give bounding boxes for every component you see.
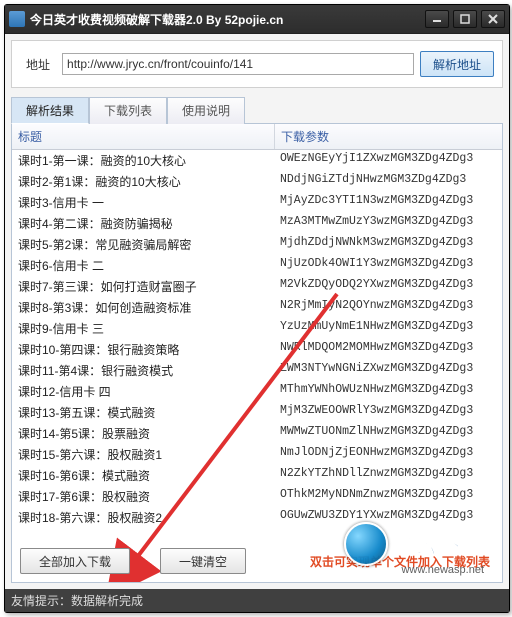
table-row[interactable]: 课时8-第3课：如何创造融资标准N2RjMmIyN2QOYnwzMGM3ZDg4… — [12, 297, 502, 318]
row-title: 课时16-第6课：模式融资 — [12, 466, 274, 485]
row-title: 课时11-第4课：银行融资模式 — [12, 361, 274, 380]
row-param: NDdjNGiZTdjNHwzMGM3ZDg4ZDg3 — [274, 172, 502, 191]
table-row[interactable]: 课时5-第2课：常见融资骗局解密MjdhZDdjNWNkM3wzMGM3ZDg4… — [12, 234, 502, 255]
row-param: N2ZkYTZhNDllZnwzMGM3ZDg4ZDg3 — [274, 466, 502, 485]
row-param: N2RjMmIyN2QOYnwzMGM3ZDg4ZDg3 — [274, 298, 502, 317]
column-param[interactable]: 下载参数 — [275, 124, 502, 149]
row-param: MzA3MTMwZmUzY3wzMGM3ZDg4ZDg3 — [274, 214, 502, 233]
list-header: 标题 下载参数 — [12, 124, 502, 150]
table-row[interactable]: 课时12-信用卡 四MThmYWNhOWUzNHwzMGM3ZDg4ZDg3 — [12, 381, 502, 402]
row-title: 课时10-第四课：银行融资策略 — [12, 340, 274, 359]
row-param: NmJlODNjZjEONHwzMGM3ZDg4ZDg3 — [274, 445, 502, 464]
status-bar: 友情提示：数据解析完成 — [5, 589, 509, 612]
table-row[interactable]: 课时16-第6课：模式融资N2ZkYTZhNDllZnwzMGM3ZDg4ZDg… — [12, 465, 502, 486]
row-title: 课时9-信用卡 三 — [12, 319, 274, 338]
row-param: YzUzMmUyNmE1NHwzMGM3ZDg4ZDg3 — [274, 319, 502, 338]
row-title: 课时4-第二课：融资防骗揭秘 — [12, 214, 274, 233]
row-title: 课时18-第六课：股权融资2 — [12, 508, 274, 527]
row-param: MjdhZDdjNWNkM3wzMGM3ZDg4ZDg3 — [274, 235, 502, 254]
table-row[interactable]: 课时1-第一课：融资的10大核心OWEzNGEyYjI1ZXwzMGM3ZDg4… — [12, 150, 502, 171]
column-title[interactable]: 标题 — [12, 124, 275, 149]
watermark-text: 新云下载 — [392, 528, 484, 560]
row-title: 课时1-第一课：融资的10大核心 — [12, 151, 274, 170]
row-param: MjM3ZWEOOWRlY3wzMGM3ZDg4ZDg3 — [274, 403, 502, 422]
tab-downloads[interactable]: 下载列表 — [89, 97, 167, 124]
row-param: OWEzNGEyYjI1ZXwzMGM3ZDg4ZDg3 — [274, 151, 502, 170]
row-title: 课时8-第3课：如何创造融资标准 — [12, 298, 274, 317]
table-row[interactable]: 课时9-信用卡 三YzUzMmUyNmE1NHwzMGM3ZDg4ZDg3 — [12, 318, 502, 339]
url-input[interactable] — [62, 53, 414, 75]
titlebar: 今日英才收费视频破解下载器2.0 By 52pojie.cn — [5, 5, 509, 34]
app-icon — [9, 11, 25, 27]
url-row: 地址 解析地址 — [11, 40, 503, 88]
row-title: 课时15-第六课：股权融资1 — [12, 445, 274, 464]
window-title: 今日英才收费视频破解下载器2.0 By 52pojie.cn — [30, 11, 283, 28]
results-panel: 标题 下载参数 课时1-第一课：融资的10大核心OWEzNGEyYjI1ZXwz… — [11, 124, 503, 583]
table-row[interactable]: 课时11-第4课：银行融资模式ZWM3NTYwNGNiZXwzMGM3ZDg4Z… — [12, 360, 502, 381]
table-row[interactable]: 课时13-第五课：模式融资MjM3ZWEOOWRlY3wzMGM3ZDg4ZDg… — [12, 402, 502, 423]
row-title: 课时17-第6课：股权融资 — [12, 487, 274, 506]
maximize-button[interactable] — [453, 10, 477, 28]
row-title: 课时12-信用卡 四 — [12, 382, 274, 401]
table-row[interactable]: 课时10-第四课：银行融资策略NWRlMDQOM2MOMHwzMGM3ZDg4Z… — [12, 339, 502, 360]
table-row[interactable]: 课时14-第5课：股票融资MWMwZTUONmZlNHwzMGM3ZDg4ZDg… — [12, 423, 502, 444]
watermark: 新云下载 www.newasp.net — [344, 522, 484, 576]
table-row[interactable]: 课时17-第6课：股权融资OThkM2MyNDNmZnwzMGM3ZDg4ZDg… — [12, 486, 502, 507]
clear-button[interactable]: 一键清空 — [160, 548, 246, 574]
row-param: NWRlMDQOM2MOMHwzMGM3ZDg4ZDg3 — [274, 340, 502, 359]
row-title: 课时6-信用卡 二 — [12, 256, 274, 275]
table-row[interactable]: 课时6-信用卡 二NjUzODk4OWI1Y3wzMGM3ZDg4ZDg3 — [12, 255, 502, 276]
row-title: 课时14-第5课：股票融资 — [12, 424, 274, 443]
table-row[interactable]: 课时3-信用卡 一MjAyZDc3YTI1N3wzMGM3ZDg4ZDg3 — [12, 192, 502, 213]
row-title: 课时7-第三课：如何打造财富圈子 — [12, 277, 274, 296]
tab-results[interactable]: 解析结果 — [11, 97, 89, 124]
watermark-url: www.newasp.net — [401, 564, 484, 576]
list-body[interactable]: 课时1-第一课：融资的10大核心OWEzNGEyYjI1ZXwzMGM3ZDg4… — [12, 150, 502, 530]
row-title: 课时3-信用卡 一 — [12, 193, 274, 212]
row-param: ZWM3NTYwNGNiZXwzMGM3ZDg4ZDg3 — [274, 361, 502, 380]
row-param: OThkM2MyNDNmZnwzMGM3ZDg4ZDg3 — [274, 487, 502, 506]
row-param: M2VkZDQyODQ2YXwzMGM3ZDg4ZDg3 — [274, 277, 502, 296]
row-title: 课时13-第五课：模式融资 — [12, 403, 274, 422]
url-label: 地址 — [20, 56, 56, 73]
row-param: NjUzODk4OWI1Y3wzMGM3ZDg4ZDg3 — [274, 256, 502, 275]
row-title: 课时5-第2课：常见融资骗局解密 — [12, 235, 274, 254]
minimize-button[interactable] — [425, 10, 449, 28]
watermark-icon — [344, 522, 388, 566]
row-title: 课时2-第1课：融资的10大核心 — [12, 172, 274, 191]
parse-button[interactable]: 解析地址 — [420, 51, 494, 77]
tab-help[interactable]: 使用说明 — [167, 97, 245, 124]
row-param: MWMwZTUONmZlNHwzMGM3ZDg4ZDg3 — [274, 424, 502, 443]
add-all-button[interactable]: 全部加入下载 — [20, 548, 130, 574]
close-button[interactable] — [481, 10, 505, 28]
row-param: MThmYWNhOWUzNHwzMGM3ZDg4ZDg3 — [274, 382, 502, 401]
row-param: MjAyZDc3YTI1N3wzMGM3ZDg4ZDg3 — [274, 193, 502, 212]
table-row[interactable]: 课时2-第1课：融资的10大核心NDdjNGiZTdjNHwzMGM3ZDg4Z… — [12, 171, 502, 192]
tab-strip: 解析结果 下载列表 使用说明 — [11, 96, 503, 124]
table-row[interactable]: 课时15-第六课：股权融资1NmJlODNjZjEONHwzMGM3ZDg4ZD… — [12, 444, 502, 465]
table-row[interactable]: 课时7-第三课：如何打造财富圈子M2VkZDQyODQ2YXwzMGM3ZDg4… — [12, 276, 502, 297]
table-row[interactable]: 课时4-第二课：融资防骗揭秘MzA3MTMwZmUzY3wzMGM3ZDg4ZD… — [12, 213, 502, 234]
